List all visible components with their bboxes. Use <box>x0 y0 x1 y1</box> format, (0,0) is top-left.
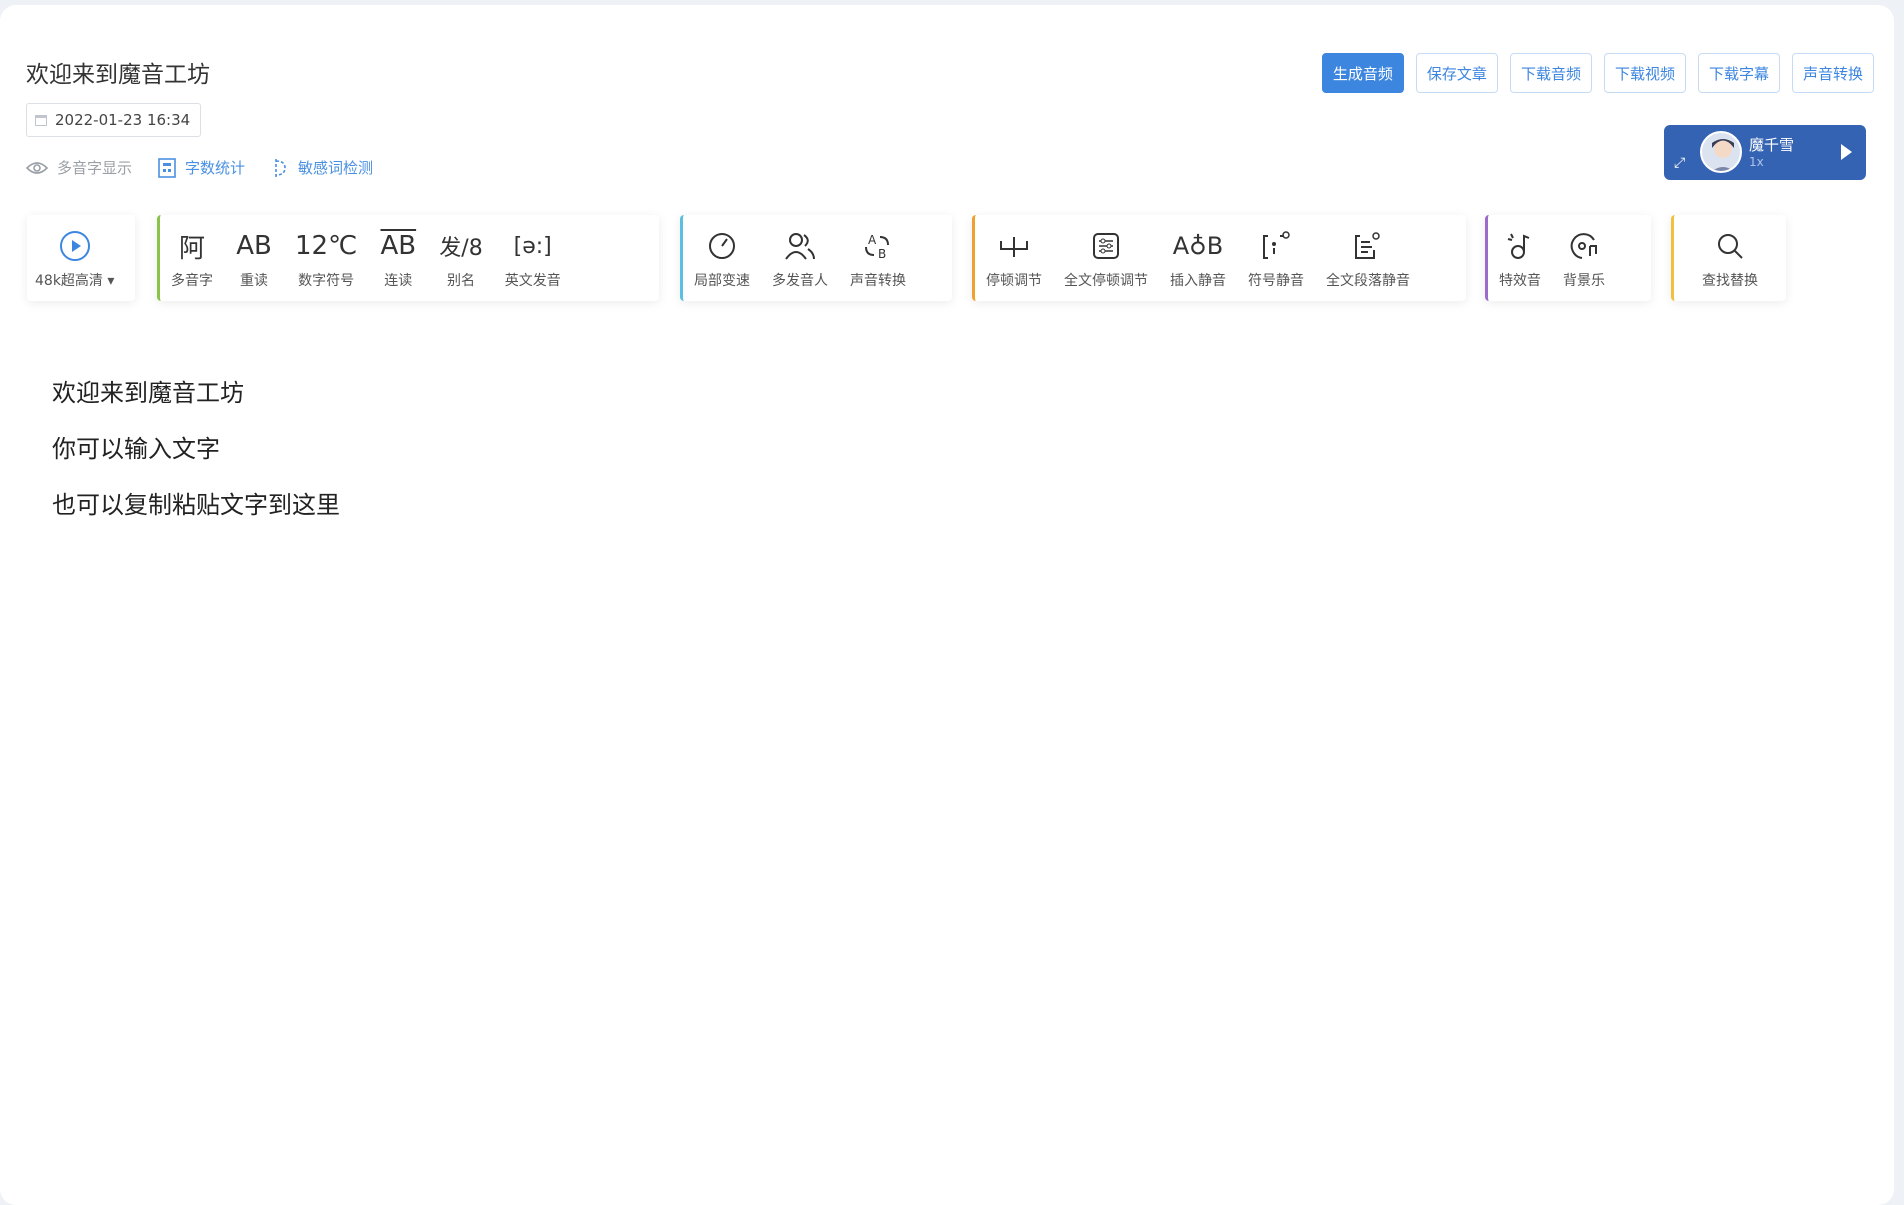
play-circle-icon <box>59 226 91 266</box>
tool-english-pronunciation[interactable]: [ə:] 英文发音 <box>494 215 572 301</box>
word-count-label: 字数统计 <box>185 159 246 177</box>
play-icon[interactable] <box>1841 144 1852 160</box>
convert-icon: AB <box>862 226 894 266</box>
phonetic-icon: [ə:] <box>513 233 552 259</box>
tool-liaison[interactable]: AB 连读 <box>368 215 428 301</box>
svg-text:A: A <box>868 233 877 247</box>
voice-convert-button[interactable]: 声音转换 <box>1791 53 1874 93</box>
tool-pause-adjust[interactable]: 停顿调节 <box>975 215 1053 301</box>
word-count-button[interactable]: 字数统计 <box>158 157 245 178</box>
users-icon <box>784 226 816 266</box>
quality-label: 48k超高清 <box>35 273 103 289</box>
tool-insert-silence[interactable]: A♁B 插入静音 <box>1159 215 1237 301</box>
tool-label: 局部变速 <box>694 273 750 289</box>
tool-local-speed[interactable]: 局部变速 <box>683 215 761 301</box>
sensitive-word-icon <box>275 158 286 177</box>
tool-label: 英文发音 <box>504 273 561 289</box>
tool-label: 多音字 <box>171 273 213 289</box>
liaison-icon: AB <box>380 231 417 261</box>
tool-label: 别名 <box>447 273 475 289</box>
sound-effect-icon <box>1505 226 1535 266</box>
tool-voice-convert[interactable]: AB 声音转换 <box>839 215 917 301</box>
voice-name: 魔千雪 <box>1749 136 1795 154</box>
calendar-icon <box>35 114 47 126</box>
speedometer-icon <box>707 226 737 266</box>
sliders-icon <box>1091 226 1121 266</box>
calculator-icon <box>158 157 176 178</box>
search-toolbar: 查找替换 <box>1671 215 1786 301</box>
tool-label: 声音转换 <box>850 273 906 289</box>
music-disc-icon <box>1568 226 1600 266</box>
stress-icon: AB <box>236 231 272 261</box>
tool-label: 插入静音 <box>1170 273 1226 289</box>
voice-toolbar: 局部变速 多发音人 AB 声音转换 <box>680 215 952 301</box>
polyphonic-display-label: 多音字显示 <box>57 159 133 177</box>
expand-icon[interactable]: ⤢ <box>1674 155 1685 171</box>
tool-label: 停顿调节 <box>986 273 1042 289</box>
polyphonic-display-toggle[interactable]: 多音字显示 <box>26 157 132 178</box>
tool-alias[interactable]: 发/8 别名 <box>428 215 493 301</box>
editor-line: 也可以复制粘贴文字到这里 <box>52 491 340 519</box>
insert-silence-icon: A♁B <box>1172 232 1224 260</box>
tool-label: 重读 <box>240 273 268 289</box>
tool-global-pause-adjust[interactable]: 全文停顿调节 <box>1053 215 1159 301</box>
tool-number-symbol[interactable]: 12℃ 数字符号 <box>284 215 368 301</box>
voice-speed: 1x <box>1749 155 1764 169</box>
tool-polyphonic[interactable]: 阿 多音字 <box>160 215 224 301</box>
pause-adjust-icon <box>998 226 1030 266</box>
tool-label: 全文停顿调节 <box>1064 273 1148 289</box>
page-title: 欢迎来到魔音工坊 <box>26 62 210 88</box>
number-symbol-icon: 12℃ <box>295 231 358 261</box>
tool-symbol-silence[interactable]: 符号静音 <box>1237 215 1315 301</box>
pronunciation-toolbar: 阿 多音字 AB 重读 12℃ 数字符号 AB 连读 发/8 别名 [ə:] 英… <box>157 215 659 301</box>
date-field[interactable]: 2022-01-23 16:34 <box>26 103 201 137</box>
polyphonic-icon: 阿 <box>178 233 205 264</box>
sensitive-word-check-button[interactable]: 敏感词检测 <box>271 157 373 178</box>
tool-label: 特效音 <box>1499 273 1541 289</box>
tool-label: 全文段落静音 <box>1326 273 1410 289</box>
paragraph-silence-icon <box>1352 226 1384 266</box>
editor-line: 欢迎来到魔音工坊 <box>52 379 244 407</box>
quality-toolbar: 48k超高清 ▾ <box>27 215 135 301</box>
sensitive-word-label: 敏感词检测 <box>298 159 374 177</box>
tool-label: 连读 <box>384 273 413 289</box>
search-icon <box>1715 226 1745 266</box>
generate-audio-button[interactable]: 生成音频 <box>1321 53 1404 93</box>
tool-find-replace[interactable]: 查找替换 <box>1674 215 1786 301</box>
download-video-button[interactable]: 下载视频 <box>1603 53 1686 93</box>
quality-select[interactable]: 48k超高清 ▾ <box>27 215 122 301</box>
tool-label: 背景乐 <box>1563 273 1605 289</box>
tool-label: 符号静音 <box>1248 273 1304 289</box>
main-panel: 欢迎来到魔音工坊 2022-01-23 16:34 多音字显示 字数统计 敏感词… <box>0 5 1894 1205</box>
symbol-silence-icon <box>1260 226 1292 266</box>
tool-background-music[interactable]: 背景乐 <box>1552 215 1616 301</box>
avatar <box>1700 131 1742 173</box>
eye-icon <box>26 161 48 174</box>
text-editor[interactable]: 欢迎来到魔音工坊 你可以输入文字 也可以复制粘贴文字到这里 <box>52 365 340 533</box>
svg-text:B: B <box>878 247 886 261</box>
pause-toolbar: 停顿调节 全文停顿调节 A♁B 插入静音 符号静音 全文段落静音 <box>972 215 1466 301</box>
tool-sound-effect[interactable]: 特效音 <box>1488 215 1552 301</box>
tool-label: 多发音人 <box>772 273 828 289</box>
editor-options: 多音字显示 字数统计 敏感词检测 <box>26 157 373 178</box>
download-audio-button[interactable]: 下载音频 <box>1509 53 1592 93</box>
top-action-buttons: 生成音频 保存文章 下载音频 下载视频 下载字幕 声音转换 <box>1321 53 1874 93</box>
save-article-button[interactable]: 保存文章 <box>1415 53 1498 93</box>
alias-icon: 发/8 <box>439 236 483 261</box>
editor-line: 你可以输入文字 <box>52 435 220 463</box>
tool-global-paragraph-silence[interactable]: 全文段落静音 <box>1315 215 1421 301</box>
tool-label: 查找替换 <box>1702 273 1758 289</box>
date-value: 2022-01-23 16:34 <box>55 111 191 129</box>
download-subtitle-button[interactable]: 下载字幕 <box>1697 53 1780 93</box>
voice-player[interactable]: ⤢ 魔千雪 1x <box>1664 125 1866 180</box>
sound-effect-toolbar: 特效音 背景乐 <box>1485 215 1651 301</box>
tool-multi-speaker[interactable]: 多发音人 <box>761 215 839 301</box>
tool-label: 数字符号 <box>298 273 355 289</box>
caret-down-icon: ▾ <box>107 273 115 289</box>
tool-stress[interactable]: AB 重读 <box>224 215 284 301</box>
